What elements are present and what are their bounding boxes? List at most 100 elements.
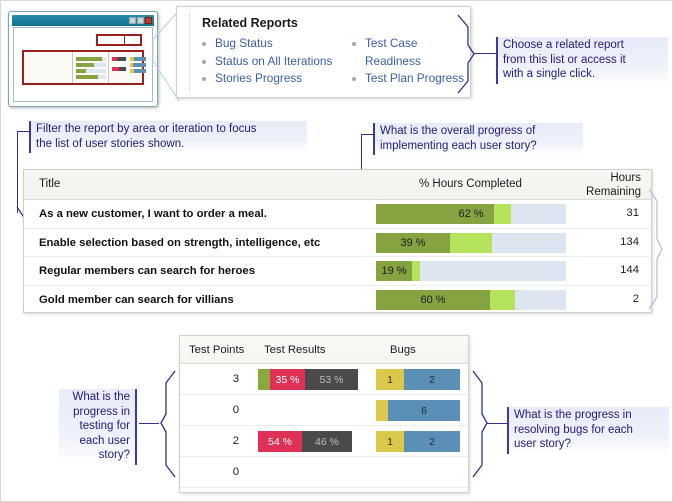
callout-bugs-progress: What is the progress in resolving bugs f… xyxy=(507,407,669,454)
related-reports-title: Related Reports xyxy=(202,16,298,30)
column-header-test-points: Test Points xyxy=(189,344,245,356)
test-results-bar: 54 % 46 % xyxy=(258,431,352,452)
related-report-link-bug-status[interactable]: Bug Status xyxy=(202,35,332,53)
minimize-icon xyxy=(129,17,136,24)
hours-remaining-value: 2 xyxy=(632,292,639,305)
bugs-bar: 1 2 xyxy=(376,369,460,390)
thumbnail-highlight-related-reports xyxy=(96,34,142,46)
bugs-bar: 1 2 xyxy=(376,431,460,452)
link-label: Bug Status xyxy=(215,36,273,50)
bottom-table-header-row: Test Points Test Results Bugs xyxy=(180,336,468,364)
bar-segment-in-progress xyxy=(412,261,420,281)
leader-line-related-reports xyxy=(474,53,496,54)
diagram-canvas: Related Reports Bug Status Status on All… xyxy=(1,1,672,501)
link-label: Stories Progress xyxy=(215,71,303,85)
hours-remaining-value: 144 xyxy=(620,264,639,276)
bracket-bugs xyxy=(472,370,488,478)
column-header-test-results: Test Results xyxy=(264,344,326,356)
related-report-link-test-plan-progress[interactable]: Test Plan Progress xyxy=(352,70,470,88)
column-header-pct-hours-completed: % Hours Completed xyxy=(419,178,522,190)
bar-segment-failed: 54 % xyxy=(258,431,302,452)
bar-segment-not-run: 53 % xyxy=(305,369,358,390)
callout-filter: Filter the report by area or iteration t… xyxy=(29,121,307,153)
test-and-bugs-panel: Test Points Test Results Bugs 3 35 % 53 … xyxy=(179,335,469,493)
story-title: Enable selection based on strength, inte… xyxy=(39,236,321,249)
bar-segment-completed: 39 % xyxy=(376,232,451,253)
table-row[interactable]: 0 6 xyxy=(180,395,468,426)
bar-segment-resolved-bugs: 2 xyxy=(404,369,460,390)
table-row[interactable]: Enable selection based on strength, inte… xyxy=(24,229,651,257)
related-report-link-test-case-readiness[interactable]: Test Case Readiness xyxy=(352,35,470,70)
leader-line-bugs xyxy=(487,423,507,424)
maximize-icon xyxy=(137,17,144,24)
bar-segment-active-bugs xyxy=(376,400,388,421)
test-points-value: 0 xyxy=(232,404,239,416)
link-label: Test Case Readiness xyxy=(365,36,421,68)
link-label: Status on All Iterations xyxy=(215,53,333,68)
bracket-testing xyxy=(160,370,176,478)
test-points-value: 0 xyxy=(232,466,239,478)
bracket-related-reports xyxy=(457,14,475,94)
bracket-main-table xyxy=(648,188,663,310)
thumbnail-titlebar xyxy=(12,15,154,26)
bar-segment-resolved-bugs: 2 xyxy=(404,431,460,452)
window-controls xyxy=(129,17,152,24)
bar-label-pct: 39 % xyxy=(400,236,426,249)
story-title: As a new customer, I want to order a mea… xyxy=(39,208,267,220)
link-label: Test Plan Progress xyxy=(365,71,465,85)
table-row[interactable]: 2 54 % 46 % 1 2 xyxy=(180,426,468,457)
story-title: Regular members can search for heroes xyxy=(39,265,255,277)
callout-related-reports: Choose a related report from this list o… xyxy=(496,37,668,84)
table-header-row: Title % Hours Completed Hours Remaining xyxy=(24,170,651,200)
related-reports-list-left: Bug Status Status on All Iterations Stor… xyxy=(202,35,332,88)
panel-divider xyxy=(189,13,190,91)
progress-bar: 39 % xyxy=(376,232,566,253)
leader-line-filter-v xyxy=(17,131,18,213)
test-results-bar: 35 % 53 % xyxy=(258,369,358,390)
bugs-bar: 6 xyxy=(376,400,460,421)
table-row[interactable]: Gold member can search for villians 60 %… xyxy=(24,286,651,315)
bar-label-pct: 60 % xyxy=(420,293,446,306)
bar-segment-failed: 35 % xyxy=(270,369,305,390)
related-report-link-status-all-iterations[interactable]: Status on All Iterations xyxy=(202,53,332,71)
bar-label-pct: 19 % xyxy=(381,265,407,277)
progress-bar: 62 % xyxy=(376,204,566,224)
test-points-value: 3 xyxy=(232,373,239,385)
user-stories-report-panel: Title % Hours Completed Hours Remaining … xyxy=(23,169,652,313)
bar-segment-resolved-bugs: 6 xyxy=(388,400,460,421)
thumbnail-report-canvas xyxy=(13,27,153,102)
bar-segment-in-progress xyxy=(450,232,492,253)
test-points-value: 2 xyxy=(232,435,239,447)
table-row[interactable]: 0 xyxy=(180,457,468,488)
bar-segment-active-bugs: 1 xyxy=(376,431,404,452)
column-header-bugs: Bugs xyxy=(390,344,416,356)
table-row[interactable]: As a new customer, I want to order a mea… xyxy=(24,200,651,229)
bar-segment-completed: 19 % xyxy=(376,261,413,281)
callout-overall-progress: What is the overall progress of implemen… xyxy=(373,123,583,155)
hours-remaining-value: 134 xyxy=(620,235,639,248)
progress-bar: 19 % xyxy=(376,261,566,281)
callout-testing-progress: What is the progress in testing for each… xyxy=(59,389,137,465)
bar-segment-in-progress xyxy=(490,289,515,310)
progress-bar: 60 % xyxy=(376,289,566,310)
bar-segment-not-run: 46 % xyxy=(302,431,352,452)
leader-line-progress-h xyxy=(361,134,375,135)
bar-segment-completed: 62 % xyxy=(376,204,494,224)
bar-segment-passed xyxy=(258,369,270,390)
related-reports-panel: Related Reports Bug Status Status on All… xyxy=(176,6,471,98)
related-reports-list-right: Test Case Readiness Test Plan Progress xyxy=(352,35,470,88)
column-header-title: Title xyxy=(39,178,61,190)
leader-line-testing xyxy=(139,423,159,424)
bar-segment-active-bugs: 1 xyxy=(376,369,404,390)
bar-segment-completed: 60 % xyxy=(376,289,490,310)
story-title: Gold member can search for villians xyxy=(39,293,234,306)
column-header-hours-remaining: Hours Remaining xyxy=(586,172,641,198)
bar-label-pct: 62 % xyxy=(458,208,484,220)
related-report-link-stories-progress[interactable]: Stories Progress xyxy=(202,70,332,88)
report-window-thumbnail[interactable] xyxy=(8,11,158,107)
table-row[interactable]: Regular members can search for heroes 19… xyxy=(24,257,651,286)
hours-remaining-value: 31 xyxy=(626,207,639,219)
table-row[interactable]: 3 35 % 53 % 1 2 xyxy=(180,364,468,395)
thumbnail-highlight-report-table xyxy=(22,50,146,85)
leader-line-filter-h xyxy=(17,131,31,132)
